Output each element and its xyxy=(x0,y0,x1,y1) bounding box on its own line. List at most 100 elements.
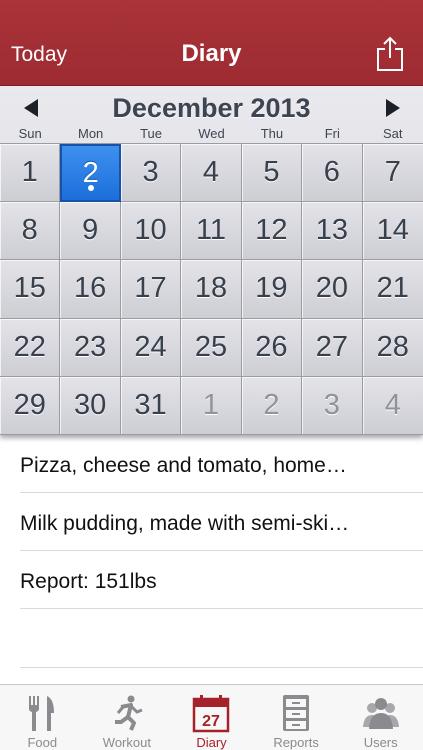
tab-workout[interactable]: Workout xyxy=(85,685,170,750)
day-number: 20 xyxy=(315,272,348,305)
day-cell[interactable]: 25 xyxy=(181,318,242,377)
day-cell[interactable]: 31 xyxy=(120,376,182,435)
day-number: 18 xyxy=(194,272,228,305)
tab-reports[interactable]: Reports xyxy=(254,685,339,750)
tab-food[interactable]: Food xyxy=(0,685,85,750)
month-title: December 2013 xyxy=(112,93,311,123)
day-cell[interactable]: 10 xyxy=(120,202,182,261)
day-cell[interactable]: 18 xyxy=(181,260,242,319)
day-number: 5 xyxy=(263,156,280,189)
diary-entry-list: Pizza, cheese and tomato, home… Milk pud… xyxy=(0,435,423,668)
day-cell[interactable]: 6 xyxy=(302,144,363,203)
share-icon[interactable] xyxy=(376,36,404,72)
day-cell[interactable]: 4 xyxy=(181,144,242,203)
day-number: 25 xyxy=(194,330,228,363)
day-cell[interactable]: 29 xyxy=(0,376,61,435)
day-cell[interactable]: 16 xyxy=(60,260,121,319)
day-number: 21 xyxy=(376,272,409,305)
day-cell[interactable]: 1 xyxy=(0,144,61,203)
day-cell[interactable]: 19 xyxy=(241,260,303,319)
day-cell[interactable]: 12 xyxy=(241,202,303,261)
day-number: 10 xyxy=(134,214,167,247)
next-month-day-cell[interactable]: 3 xyxy=(302,376,363,435)
day-cell[interactable]: 14 xyxy=(362,202,423,261)
fork-knife-icon xyxy=(29,696,55,731)
page-title: Diary xyxy=(181,40,242,67)
day-number: 3 xyxy=(142,156,159,189)
day-cell[interactable]: 27 xyxy=(302,318,363,377)
day-cell[interactable]: 8 xyxy=(0,202,61,261)
day-number: 6 xyxy=(323,156,340,189)
day-cell[interactable]: 17 xyxy=(120,260,182,319)
weekday-label: Fri xyxy=(324,126,340,141)
day-cell[interactable]: 20 xyxy=(302,260,363,319)
tab-label: Users xyxy=(363,735,398,750)
day-cell[interactable]: 15 xyxy=(0,260,61,319)
tab-users[interactable]: Users xyxy=(338,685,423,750)
day-number: 26 xyxy=(255,330,288,363)
weekday-label: Tue xyxy=(140,126,163,141)
day-cell[interactable]: 23 xyxy=(60,318,121,377)
selected-day-cell[interactable]: 2 xyxy=(60,144,121,203)
weekday-label: Sat xyxy=(382,126,403,141)
day-cell[interactable]: 9 xyxy=(60,202,121,261)
tab-label: Workout xyxy=(102,735,151,750)
day-number: 1 xyxy=(202,388,220,421)
day-number: 4 xyxy=(202,156,220,189)
day-number: 16 xyxy=(74,272,107,305)
diary-entry[interactable]: Pizza, cheese and tomato, home… xyxy=(20,435,423,493)
next-month-day-cell[interactable]: 4 xyxy=(362,376,423,435)
day-cell[interactable]: 30 xyxy=(60,376,121,435)
next-month-day-cell[interactable]: 1 xyxy=(181,376,242,435)
month-header: December 2013 xyxy=(0,86,423,126)
empty-row xyxy=(20,609,423,668)
entry-label: Pizza, cheese and tomato, home… xyxy=(20,454,347,477)
day-number: 1 xyxy=(21,156,38,189)
day-number: 22 xyxy=(13,330,46,363)
day-cell[interactable]: 28 xyxy=(362,318,423,377)
day-number: 14 xyxy=(376,214,409,247)
day-number: 27 xyxy=(315,330,348,363)
tab-diary[interactable]: 27 Diary xyxy=(169,685,254,750)
diary-entry[interactable]: Milk pudding, made with semi-ski… xyxy=(20,493,423,551)
entry-indicator-dot xyxy=(87,185,94,192)
day-number: 19 xyxy=(255,272,288,305)
weekday-label: Sun xyxy=(18,126,42,141)
tab-bar: Food Workout 27 Diary Reports Users xyxy=(0,684,423,750)
day-cell[interactable]: 3 xyxy=(120,144,182,203)
day-cell[interactable]: 21 xyxy=(362,260,423,319)
tab-label: Diary xyxy=(196,735,227,750)
day-grid: 1 2 3 4 5 6 7 8 9 10 11 12 13 14 15 16 17 18 19 20 21 22 23 24 2… xyxy=(0,143,423,435)
weekday-header: Sun Mon Tue Wed Thu Fri Sat xyxy=(0,126,423,143)
diary-entry[interactable]: Report: 151lbs xyxy=(20,551,423,609)
day-cell[interactable]: 24 xyxy=(120,318,182,377)
day-cell[interactable]: 7 xyxy=(362,144,423,203)
next-month-day-cell[interactable]: 2 xyxy=(241,376,303,435)
day-number: 8 xyxy=(21,214,38,247)
weekday-label: Wed xyxy=(198,126,225,141)
calendar-icon-date: 27 xyxy=(203,713,221,730)
entry-label: Milk pudding, made with semi-ski… xyxy=(20,512,350,535)
day-number: 2 xyxy=(263,388,280,421)
day-number: 17 xyxy=(134,272,167,305)
running-man-icon xyxy=(114,695,143,731)
day-number: 28 xyxy=(376,330,409,363)
day-cell[interactable]: 26 xyxy=(241,318,303,377)
day-cell[interactable]: 5 xyxy=(241,144,303,203)
day-number: 4 xyxy=(384,388,401,421)
day-number: 23 xyxy=(74,330,107,363)
day-number: 15 xyxy=(13,272,46,305)
day-cell[interactable]: 13 xyxy=(302,202,363,261)
day-number: 13 xyxy=(315,214,348,247)
day-number: 24 xyxy=(134,330,167,363)
nav-bar: Today Diary xyxy=(0,0,423,86)
month-calendar: December 2013 Sun Mon Tue Wed Thu Fri Sa… xyxy=(0,86,423,435)
next-month-arrow-icon[interactable] xyxy=(384,98,402,118)
day-number: 31 xyxy=(134,388,167,421)
users-icon xyxy=(362,698,399,729)
day-number: 12 xyxy=(255,214,288,247)
day-cell[interactable]: 22 xyxy=(0,318,61,377)
day-cell[interactable]: 11 xyxy=(181,202,242,261)
day-number: 29 xyxy=(13,388,46,421)
day-number: 9 xyxy=(82,214,99,247)
